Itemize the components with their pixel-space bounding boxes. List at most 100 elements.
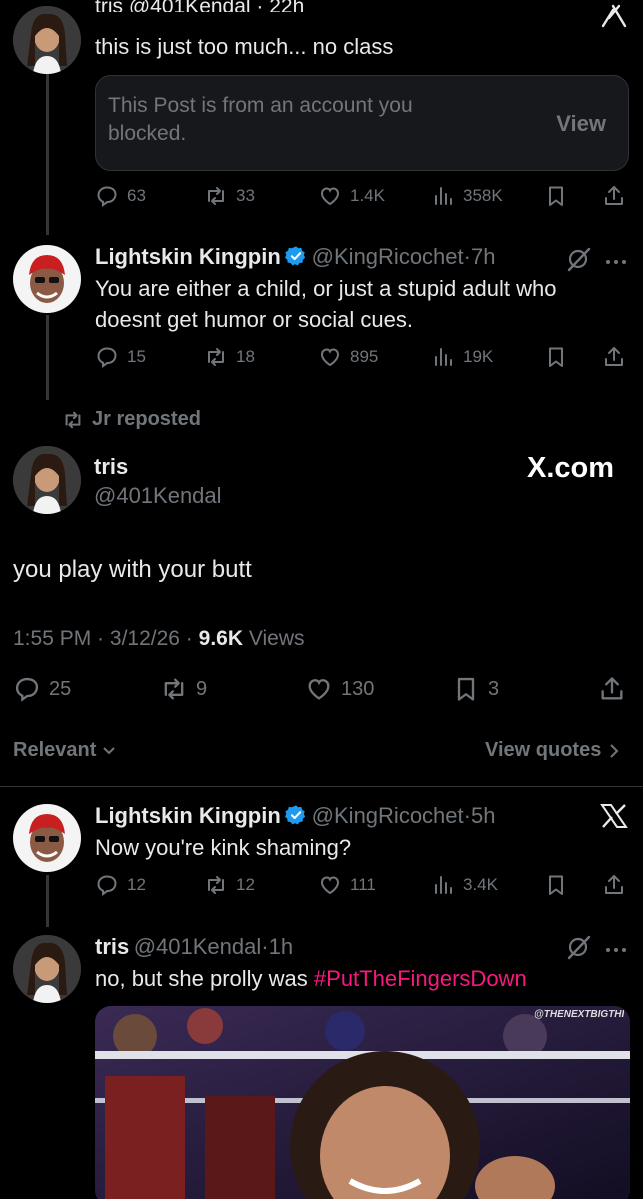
views-button[interactable]: 358K — [431, 184, 503, 208]
views-button[interactable]: 3.4K — [431, 873, 498, 897]
sort-label: Relevant — [13, 739, 97, 761]
reply-icon — [97, 347, 117, 368]
reply-icon — [97, 186, 117, 207]
reply-button[interactable]: 15 — [95, 345, 146, 369]
author-handle[interactable]: @KingRicochet — [312, 244, 464, 269]
thread-line — [46, 875, 49, 927]
more-options-icon[interactable] — [605, 253, 627, 271]
bookmark-button[interactable] — [544, 345, 568, 369]
repost-button[interactable]: 33 — [204, 184, 255, 208]
sort-dropdown[interactable]: Relevant — [13, 739, 116, 762]
like-count: 1.4K — [350, 186, 385, 205]
views-count: 19K — [463, 347, 494, 366]
like-button[interactable]: 1.4K — [318, 184, 385, 208]
repost-button[interactable]: 12 — [204, 873, 255, 897]
views-count: 3.4K — [463, 875, 498, 894]
hashtag-link[interactable]: #PutTheFingersDown — [314, 966, 527, 991]
share-icon — [605, 875, 623, 894]
x-logo-icon — [600, 803, 628, 834]
post-meta: 1:55 PM · 3/12/26 · 9.6K Views — [13, 627, 305, 650]
blocked-quote-card: This Post is from an account you blocked… — [95, 75, 629, 171]
views-button[interactable]: 19K — [431, 345, 493, 369]
view-button[interactable]: View — [556, 111, 606, 137]
main-post-text: you play with your butt — [13, 556, 252, 583]
repost-count: 12 — [236, 875, 255, 894]
share-button[interactable] — [602, 345, 626, 369]
reply-button[interactable]: 12 — [95, 873, 146, 897]
author-handle[interactable]: @401Kendal — [94, 483, 222, 509]
repost-count: 18 — [236, 347, 255, 366]
chevron-down-icon — [103, 746, 116, 754]
post-time[interactable]: 5h — [471, 803, 495, 828]
author-name[interactable]: tris — [94, 454, 128, 480]
heart-icon — [308, 679, 330, 700]
grok-icon[interactable] — [601, 4, 627, 33]
x-com-watermark: X.com — [527, 452, 615, 484]
repost-button[interactable]: 18 — [204, 345, 255, 369]
share-icon — [601, 677, 623, 700]
heart-icon — [320, 187, 340, 206]
bookmark-button[interactable] — [544, 873, 568, 897]
post-header: tris @401Kendal · 22h — [95, 0, 304, 12]
avatar[interactable] — [13, 245, 81, 313]
share-button[interactable] — [602, 184, 626, 208]
avatar[interactable] — [13, 6, 81, 74]
avatar[interactable] — [13, 446, 81, 514]
media-gif[interactable]: @THENEXTBIGTHI... — [95, 1006, 630, 1199]
avatar[interactable] — [13, 935, 81, 1003]
divider — [0, 786, 643, 787]
like-button[interactable]: 111 — [318, 873, 376, 897]
author-name[interactable]: tris — [95, 934, 129, 959]
repost-icon — [208, 187, 224, 205]
share-button[interactable] — [602, 873, 626, 897]
like-button[interactable]: 895 — [318, 345, 378, 369]
reply-icon — [97, 875, 117, 896]
post-timestamp[interactable]: 1:55 PM — [13, 627, 91, 650]
bookmark-button[interactable] — [544, 184, 568, 208]
like-count: 130 — [341, 677, 375, 700]
author-handle[interactable]: @401Kendal — [134, 934, 262, 959]
author-name[interactable]: Lightskin Kingpin — [95, 803, 281, 828]
reply-count: 15 — [127, 347, 146, 366]
bookmark-button[interactable]: 3 — [452, 675, 499, 703]
post-text-plain: no, but she prolly was — [95, 966, 314, 991]
repost-count: 33 — [236, 186, 255, 205]
post-text: this is just too much... no class — [95, 34, 394, 59]
thread-line — [46, 70, 49, 235]
reply-button[interactable]: 25 — [13, 675, 71, 703]
author-handle[interactable]: @KingRicochet — [312, 803, 464, 828]
bookmark-icon — [549, 186, 563, 206]
analytics-icon — [435, 876, 452, 894]
bookmark-icon — [549, 875, 563, 895]
more-options-icon[interactable] — [605, 941, 627, 959]
like-button[interactable]: 130 — [305, 675, 374, 703]
post-author-line: tris @401Kendal·1h — [95, 934, 294, 959]
reply-button[interactable]: 63 — [95, 184, 146, 208]
author-name[interactable]: Lightskin Kingpin — [95, 244, 281, 269]
post-time[interactable]: 7h — [471, 244, 495, 269]
reposted-by-label: Jr reposted — [92, 408, 201, 430]
repost-indicator[interactable]: Jr reposted — [62, 408, 201, 431]
post-text: You are either a child, or just a stupid… — [95, 276, 557, 332]
reply-count: 12 — [127, 875, 146, 894]
analytics-icon — [435, 187, 452, 205]
view-quotes-label: View quotes — [485, 739, 602, 761]
repost-count: 9 — [196, 677, 208, 700]
post-date[interactable]: 3/12/26 — [110, 627, 180, 650]
grok-icon[interactable] — [566, 934, 592, 965]
post-time[interactable]: 1h — [269, 934, 293, 959]
post-text: no, but she prolly was #PutTheFingersDow… — [95, 963, 527, 994]
repost-icon — [65, 411, 81, 428]
view-quotes-link[interactable]: View quotes — [485, 739, 619, 762]
reply-count: 63 — [127, 186, 146, 205]
reply-icon — [15, 677, 39, 702]
repost-icon — [208, 348, 224, 366]
avatar[interactable] — [13, 804, 81, 872]
bookmark-count: 3 — [488, 677, 500, 700]
share-icon — [605, 347, 623, 366]
repost-button[interactable]: 9 — [160, 675, 207, 703]
post-author-line: Lightskin Kingpin @KingRicochet·5h — [95, 803, 496, 828]
like-count: 895 — [350, 347, 379, 366]
views-count[interactable]: 9.6K — [199, 627, 243, 650]
share-button[interactable] — [598, 675, 626, 703]
